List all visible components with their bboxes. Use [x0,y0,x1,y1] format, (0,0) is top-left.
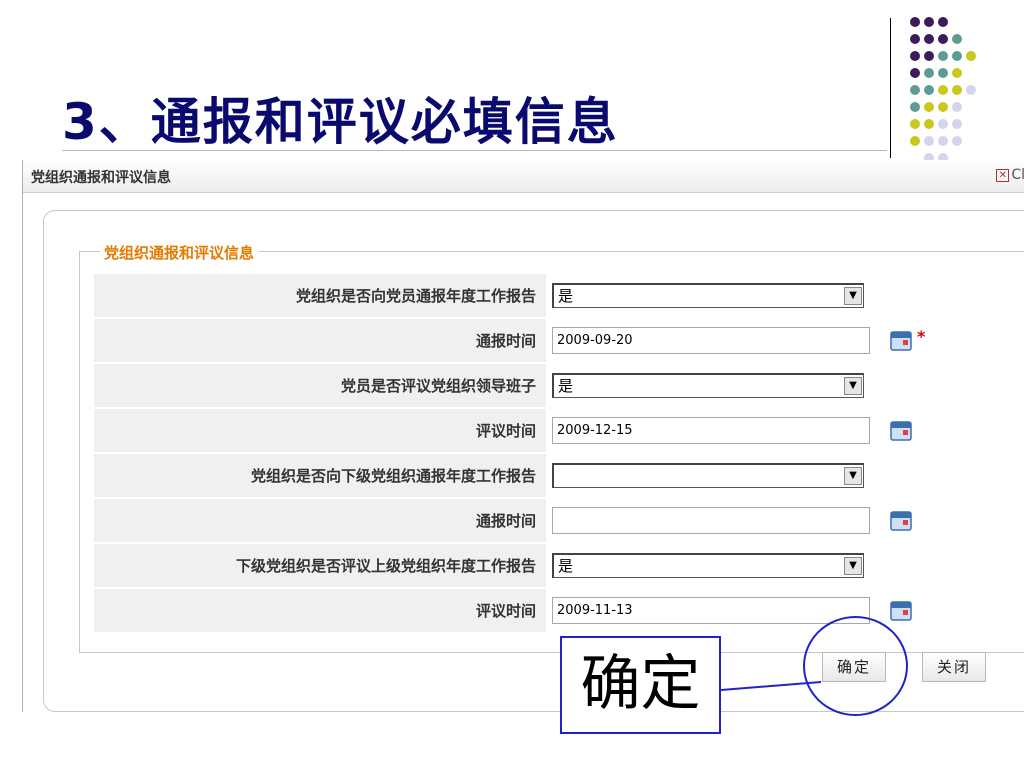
dropdown-arrow-icon[interactable]: ▼ [844,467,862,485]
form-row: 党组织是否向党员通报年度工作报告 是 ▼ [94,274,982,319]
form-row: 通报时间 2009-09-20 * [94,318,982,364]
dialog-close-button[interactable]: ✕ Cl [996,167,1024,183]
field-label: 党组织是否向党员通报年度工作报告 [94,274,546,319]
subordinate-report-date-input[interactable] [552,507,870,534]
evaluate-date-input[interactable]: 2009-12-15 [552,417,870,444]
required-marker: * [917,327,926,346]
vertical-rule [890,18,891,158]
report-date-input[interactable]: 2009-09-20 [552,327,870,354]
calendar-icon[interactable] [890,330,914,352]
field-label: 通报时间 [94,498,546,544]
calendar-icon[interactable] [890,420,914,442]
select-value: 是 [558,377,574,395]
close-label: Cl [1011,167,1024,183]
form-row: 通报时间 [94,498,982,544]
fieldset-legend: 党组织通报和评议信息 [100,242,259,263]
subordinate-evaluate-select[interactable]: 是 ▼ [552,553,864,578]
members-evaluate-select[interactable]: 是 ▼ [552,373,864,398]
close-button[interactable]: 关闭 [922,652,986,682]
callout-connector-line [721,681,821,691]
callout-box: 确定 [560,636,721,734]
form-row: 党员是否评议党组织领导班子 是 ▼ [94,363,982,409]
form-row: 评议时间 2009-12-15 [94,408,982,454]
report-to-subordinate-select[interactable]: ▼ [552,463,864,488]
field-label: 党组织是否向下级党组织通报年度工作报告 [94,453,546,499]
form-row: 下级党组织是否评议上级党组织年度工作报告 是 ▼ [94,543,982,589]
slide-title: 3、通报和评议必填信息 [62,93,619,151]
calendar-icon[interactable] [890,510,914,532]
subordinate-evaluate-date-input[interactable]: 2009-11-13 [552,597,870,624]
field-label: 通报时间 [94,318,546,364]
decorative-dot-grid [896,14,1024,164]
close-icon: ✕ [996,168,1010,182]
field-label: 评议时间 [94,408,546,454]
confirm-highlight-circle [803,616,908,716]
title-rule [62,150,887,151]
form-table: 党组织是否向党员通报年度工作报告 是 ▼ 通报时间 2009-09-20 * 党… [94,274,982,634]
form-row: 党组织是否向下级党组织通报年度工作报告 ▼ [94,453,982,499]
dialog-title: 党组织通报和评议信息 [31,170,171,186]
calendar-icon[interactable] [890,600,914,622]
report-to-members-select[interactable]: 是 ▼ [552,283,864,308]
field-label: 党员是否评议党组织领导班子 [94,363,546,409]
field-label: 下级党组织是否评议上级党组织年度工作报告 [94,543,546,589]
dropdown-arrow-icon[interactable]: ▼ [844,557,862,575]
dropdown-arrow-icon[interactable]: ▼ [844,377,862,395]
select-value: 是 [558,557,574,575]
select-value: 是 [558,287,574,305]
dropdown-arrow-icon[interactable]: ▼ [844,287,862,305]
field-label: 评议时间 [94,588,546,634]
dialog-titlebar[interactable]: 党组织通报和评议信息 ✕ Cl [23,160,1024,193]
